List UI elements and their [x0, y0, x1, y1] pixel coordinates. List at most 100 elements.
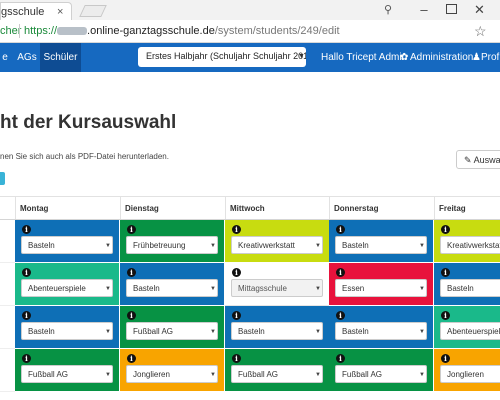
schedule-cell: iJonglieren▼ — [120, 349, 225, 392]
address-bar[interactable]: cher https://.online-ganztagsschule.de/s… — [0, 20, 500, 43]
course-select[interactable]: Basteln — [335, 322, 427, 340]
schedule-cell: i Fußball AG ▼ — [225, 349, 330, 392]
schedule-cell: iBasteln▼ — [15, 220, 120, 263]
schedule-cell: i Mittagsschule ▼ — [225, 263, 330, 306]
schedule-top-border — [0, 196, 500, 197]
course-select[interactable]: Essen — [335, 279, 427, 297]
day-header-freitag: Freitag — [439, 204, 466, 213]
course-select[interactable]: Basteln — [21, 236, 113, 254]
app-navbar: e AGs Schüler Erstes Halbjahr (Schuljahr… — [0, 43, 500, 72]
schedule-cell: iBasteln▼ — [120, 263, 225, 306]
info-icon[interactable]: i — [22, 268, 31, 277]
window-close-icon[interactable]: ✕ — [474, 2, 485, 18]
info-icon[interactable]: i — [22, 311, 31, 320]
url-text[interactable]: https:// .online-ganztagsschule.de/system… — [24, 25, 340, 37]
user-icon[interactable]: ♟ — [472, 52, 481, 63]
info-icon[interactable]: i — [22, 225, 31, 234]
nav-item-ags[interactable]: AGs — [10, 43, 44, 72]
pdf-info-text: nen Sie sich auch als PDF-Datei herunter… — [0, 152, 169, 161]
info-icon[interactable]: i — [336, 268, 345, 277]
schedule-cell: iJonglieren▼ — [434, 349, 500, 392]
schedule-cell: i Basteln▼ — [15, 306, 120, 349]
course-select[interactable]: Basteln — [231, 322, 323, 340]
chevron-down-icon: ▼ — [315, 372, 321, 378]
browser-tabbar: gsschule × ⚲ – ✕ — [0, 0, 500, 20]
schedule-cell: i Fußball AG ▼ — [15, 349, 120, 392]
bookmark-star-icon[interactable]: ☆ — [474, 23, 487, 40]
info-icon[interactable]: i — [127, 311, 136, 320]
minimize-icon[interactable]: – — [414, 2, 434, 17]
choose-selection-label: Auswahl — [473, 155, 500, 165]
schedule-cell: iBasteln▼ — [434, 263, 500, 306]
maximize-icon[interactable] — [446, 4, 457, 14]
info-icon[interactable]: i — [127, 354, 136, 363]
page-title: ht der Kursauswahl — [0, 112, 177, 133]
schedule-cell: i Frühbetreuung ▼ — [120, 220, 225, 263]
info-icon[interactable]: i — [232, 225, 241, 234]
schedule-cell: i Fußball AG ▼ — [329, 349, 434, 392]
url-scheme: https:// — [24, 25, 58, 37]
course-select[interactable]: Kreativwerkstatt — [440, 236, 500, 254]
new-tab-button[interactable] — [79, 5, 107, 17]
info-icon[interactable]: i — [127, 225, 136, 234]
nav-item-partial[interactable]: e — [0, 43, 10, 72]
info-icon[interactable]: i — [336, 311, 345, 320]
semester-select[interactable]: Erstes Halbjahr (Schuljahr Schuljahr 201… — [138, 47, 306, 67]
info-icon[interactable]: i — [336, 225, 345, 234]
info-icon[interactable]: i — [441, 268, 450, 277]
chevron-down-icon: ▼ — [210, 329, 216, 335]
chevron-down-icon: ▼ — [105, 286, 111, 292]
day-header-donnerstag: Donnerstag — [334, 204, 379, 213]
course-select[interactable]: Fußball AG — [231, 365, 323, 383]
browser-tab[interactable]: gsschule × — [0, 2, 72, 20]
day-header-dienstag: Dienstag — [125, 204, 159, 213]
url-redacted — [57, 27, 88, 36]
day-header-mittwoch: Mittwoch — [230, 204, 265, 213]
info-icon[interactable]: i — [232, 354, 241, 363]
schedule-cell: i Basteln▼ — [329, 306, 434, 349]
row-label-cell — [0, 263, 15, 306]
info-icon[interactable]: i — [441, 311, 450, 320]
schedule-cell: i Fußball AG ▼ — [120, 306, 225, 349]
info-icon[interactable]: i — [441, 354, 450, 363]
chevron-down-icon: ▼ — [419, 372, 425, 378]
chevron-down-icon: ▼ — [210, 243, 216, 249]
nav-item-schueler[interactable]: Schüler — [40, 43, 81, 72]
course-select[interactable]: Basteln — [126, 279, 218, 297]
close-tab-icon[interactable]: × — [57, 6, 63, 18]
app-window: gsschule × ⚲ – ✕ cher https://.online-ga… — [0, 0, 500, 400]
course-select[interactable]: Abenteuerspiele — [21, 279, 113, 297]
info-icon[interactable]: i — [232, 268, 241, 277]
browser-tab-title: gsschule — [1, 6, 45, 18]
course-select[interactable]: Fußball AG — [335, 365, 427, 383]
row-label-cell — [0, 306, 15, 349]
choose-selection-button[interactable]: ✎ Auswahl — [456, 150, 500, 169]
chevron-down-icon: ▼ — [315, 243, 321, 249]
administration-link[interactable]: Administration — [410, 52, 473, 63]
course-select[interactable]: Basteln — [21, 322, 113, 340]
chevron-down-icon: ▼ — [105, 372, 111, 378]
course-select[interactable]: Mittagsschule — [231, 279, 323, 297]
course-select[interactable]: Fußball AG — [21, 365, 113, 383]
course-select[interactable]: Basteln — [440, 279, 500, 297]
course-select[interactable]: Jonglieren — [126, 365, 218, 383]
chevron-down-icon: ▼ — [419, 329, 425, 335]
info-icon[interactable]: i — [127, 268, 136, 277]
course-select[interactable]: Abenteuerspiele — [440, 322, 500, 340]
info-icon[interactable]: i — [441, 225, 450, 234]
profile-link[interactable]: Profil — [481, 52, 500, 63]
info-icon[interactable]: i — [22, 354, 31, 363]
info-icon[interactable]: i — [232, 311, 241, 320]
browser-profile-icon[interactable]: ⚲ — [376, 0, 400, 20]
info-icon[interactable]: i — [336, 354, 345, 363]
course-select[interactable]: Frühbetreuung — [126, 236, 218, 254]
schedule-cell: iKreativwerkstatt▼ — [434, 220, 500, 263]
course-select[interactable]: Kreativwerkstatt — [231, 236, 323, 254]
course-select[interactable]: Basteln — [335, 236, 427, 254]
course-select[interactable]: Fußball AG — [126, 322, 218, 340]
address-divider — [19, 24, 20, 38]
course-select[interactable]: Jonglieren — [440, 365, 500, 383]
pdf-download-button[interactable] — [0, 172, 5, 185]
gear-icon[interactable]: ✿ — [400, 52, 408, 63]
chevron-down-icon: ▼ — [105, 329, 111, 335]
